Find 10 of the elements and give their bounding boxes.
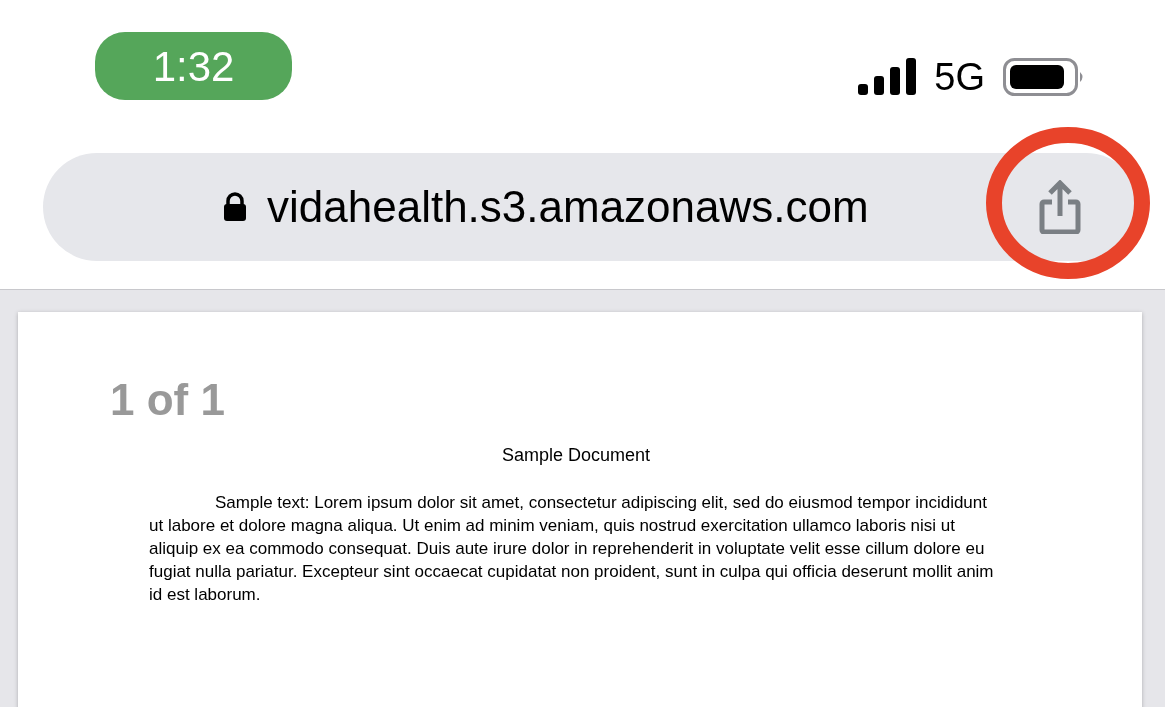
document-title: Sample Document <box>500 444 652 467</box>
network-label: 5G <box>934 58 985 96</box>
page-indicator: 1 of 1 <box>110 378 226 422</box>
time-indicator: 1:32 <box>95 32 292 100</box>
lock-icon <box>223 192 247 222</box>
url-text: vidahealth.s3.amazonaws.com <box>267 181 869 233</box>
document-paragraph: Sample text: Lorem ipsum dolor sit amet, consectetur adipiscing elit, sed do eiusmod tempor incididunt ut labore et dolore magna aliqua. Ut enim ad minim veniam, quis nostrud exercitation ullamco laboris nisi ut aliquip ex ea commodo consequat. Duis aute irure dolor in reprehenderit in voluptate velit esse cillum dolore eu fugiat nulla pariatur. Excepteur sint occaecat cupidatat non proident, sunt in culpa qui officia deserunt mollit anim id est laborum. <box>149 492 995 606</box>
share-icon <box>1038 180 1082 234</box>
signal-icon <box>858 58 917 96</box>
battery-icon <box>1003 58 1085 96</box>
